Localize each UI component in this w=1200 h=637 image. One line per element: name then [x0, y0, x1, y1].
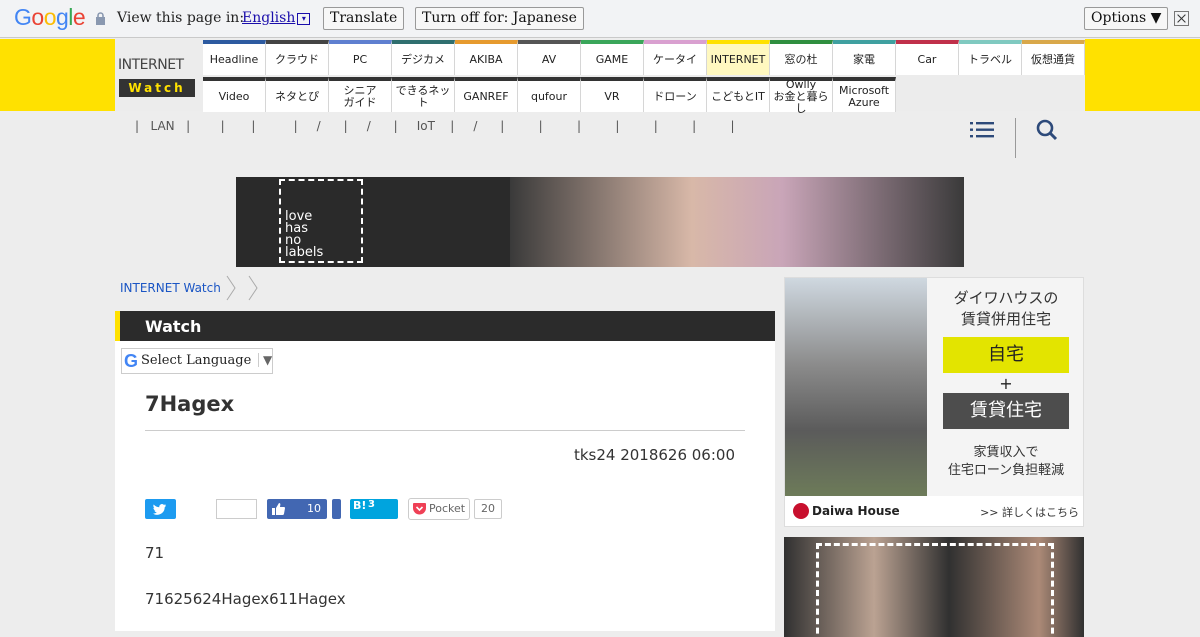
- nav-item[interactable]: PC: [329, 40, 392, 75]
- nav-item[interactable]: ケータイ: [644, 40, 707, 75]
- select-language-label: Select Language: [141, 353, 252, 368]
- brand-name: Daiwa House: [812, 504, 900, 518]
- nav-item[interactable]: ネタとぴ: [266, 77, 329, 112]
- ad-footer: Daiwa House >> 詳しくはこちら: [785, 496, 1083, 526]
- facebook-share-button[interactable]: [332, 499, 341, 519]
- nav-item[interactable]: ドローン: [644, 77, 707, 112]
- facebook-count: 10: [307, 502, 321, 515]
- nav-row-secondary: Video ネタとぴ シニア ガイド できるネット GANREF qufour VR ドローン…: [203, 77, 1087, 114]
- article-meta: tks24 2018626 06:00: [573, 446, 735, 464]
- nav-item[interactable]: Video: [203, 77, 266, 112]
- sidebar-ad-love-has-no-labels[interactable]: [784, 537, 1084, 637]
- language-label: English: [242, 10, 296, 26]
- nav-item[interactable]: シニア ガイド: [329, 77, 392, 112]
- hatena-count: 3: [368, 499, 375, 510]
- language-dropdown[interactable]: English ▾: [242, 10, 311, 26]
- nav-item[interactable]: qufour: [518, 77, 581, 112]
- select-language-dropdown[interactable]: G Select Language ▼: [121, 348, 273, 374]
- dropdown-arrow-icon: ▼: [258, 353, 272, 367]
- share-bar: 10 B! 3 Pocket 20: [145, 498, 545, 520]
- nav-item[interactable]: できるネット: [392, 77, 455, 112]
- thumbs-up-icon: [272, 503, 285, 515]
- ad-heading: ダイワハウスの 賃貸併用住宅: [953, 289, 1059, 328]
- ad-box-rental: 賃貸住宅: [943, 393, 1069, 429]
- options-button[interactable]: Options ▼: [1084, 7, 1169, 30]
- pocket-icon: [413, 503, 426, 515]
- turn-off-button[interactable]: Turn off for: Japanese: [415, 7, 584, 30]
- google-g-icon: G: [124, 351, 139, 371]
- pocket-button[interactable]: Pocket: [408, 498, 470, 520]
- translate-button[interactable]: Translate: [323, 7, 405, 30]
- section-header: Watch: [115, 311, 775, 341]
- nav-item[interactable]: Owlly お金と暮らし: [770, 77, 833, 114]
- search-icon[interactable]: [1036, 119, 1058, 141]
- daiwa-logo-icon: [793, 503, 809, 519]
- ad-plus: +: [999, 374, 1013, 393]
- nav-item[interactable]: INTERNET: [707, 40, 770, 75]
- nav-item[interactable]: こどもとIT: [707, 77, 770, 112]
- nav-item[interactable]: GANREF: [455, 77, 518, 112]
- nav-item[interactable]: Microsoft Azure: [833, 77, 896, 112]
- facebook-like-button[interactable]: 10: [267, 499, 327, 519]
- ad-frame: [816, 543, 1054, 637]
- close-icon[interactable]: [1174, 11, 1189, 26]
- site-logo[interactable]: INTERNET Watch: [118, 57, 196, 97]
- article-paragraph: 71625624Hagex611Hagex: [145, 590, 346, 608]
- banner-photo: [510, 177, 964, 267]
- nav-item[interactable]: Headline: [203, 40, 266, 75]
- nav-item[interactable]: クラウド: [266, 40, 329, 75]
- section-title: Watch: [145, 317, 202, 336]
- article-paragraph: 71: [145, 544, 165, 562]
- ad-more-link[interactable]: >> 詳しくはこちら: [980, 504, 1079, 520]
- translate-bar: Google View this page in: English ▾ Trans…: [0, 0, 1200, 38]
- nav-item[interactable]: トラベル: [959, 40, 1022, 75]
- twitter-share-button[interactable]: [145, 499, 176, 519]
- hatena-bookmark-button[interactable]: B! 3: [350, 499, 398, 519]
- nav-item[interactable]: GAME: [581, 40, 644, 75]
- sub-navigation[interactable]: | LAN | | | | / | / | IoT | / | | | | | …: [135, 119, 735, 133]
- ad-box-home: 自宅: [943, 337, 1069, 373]
- sidebar-ad-daiwa[interactable]: ダイワハウスの 賃貸併用住宅 自宅 + 賃貸住宅 家賃収入で 住宅ローン負担軽減…: [784, 277, 1084, 527]
- nav-item[interactable]: 窓の杜: [770, 40, 833, 75]
- twitter-count-bubble: [216, 499, 257, 519]
- nav-item[interactable]: AKIBA: [455, 40, 518, 75]
- ad-copy-panel: ダイワハウスの 賃貸併用住宅 自宅 + 賃貸住宅 家賃収入で 住宅ローン負担軽減: [927, 278, 1083, 496]
- translate-prompt: View this page in:: [117, 10, 245, 26]
- breadcrumb-chevron-icon: [248, 275, 258, 301]
- building-photo: [785, 278, 927, 496]
- header-divider: [1015, 118, 1016, 158]
- article-panel: Watch G Select Language ▼ 7Hagex tks24 2…: [115, 311, 775, 631]
- pocket-count: 20: [474, 499, 502, 519]
- caret-down-icon: ▾: [297, 13, 311, 25]
- nav-item[interactable]: VR: [581, 77, 644, 112]
- article-title: 7Hagex: [145, 392, 235, 416]
- hatena-icon: B!: [353, 499, 367, 512]
- nav-item[interactable]: 家電: [833, 40, 896, 75]
- nav-row-primary: Headline クラウド PC デジカメ AKIBA AV GAME ケータイ INTERNE…: [203, 40, 1087, 75]
- menu-icon[interactable]: [970, 121, 994, 139]
- nav-item[interactable]: Car: [896, 40, 959, 75]
- logo-top-text: INTERNET: [118, 57, 184, 73]
- nav-item[interactable]: 仮想通貨: [1022, 40, 1085, 75]
- google-logo: Google: [14, 4, 86, 30]
- ad-subtext: 家賃収入で 住宅ローン負担軽減: [947, 445, 1065, 478]
- top-banner-ad[interactable]: love has no labels: [236, 177, 964, 267]
- title-divider: [145, 430, 745, 431]
- breadcrumb-chevron-icon: [226, 275, 236, 301]
- lock-icon: [96, 12, 105, 25]
- banner-text: love has no labels: [279, 179, 363, 263]
- logo-bottom-text: Watch: [119, 79, 195, 97]
- nav-item[interactable]: デジカメ: [392, 40, 455, 75]
- breadcrumb-home[interactable]: INTERNET Watch: [120, 281, 221, 295]
- daiwa-house-logo: Daiwa House: [793, 503, 900, 519]
- twitter-icon: [153, 504, 166, 515]
- pocket-label: Pocket: [429, 502, 466, 515]
- nav-item[interactable]: AV: [518, 40, 581, 75]
